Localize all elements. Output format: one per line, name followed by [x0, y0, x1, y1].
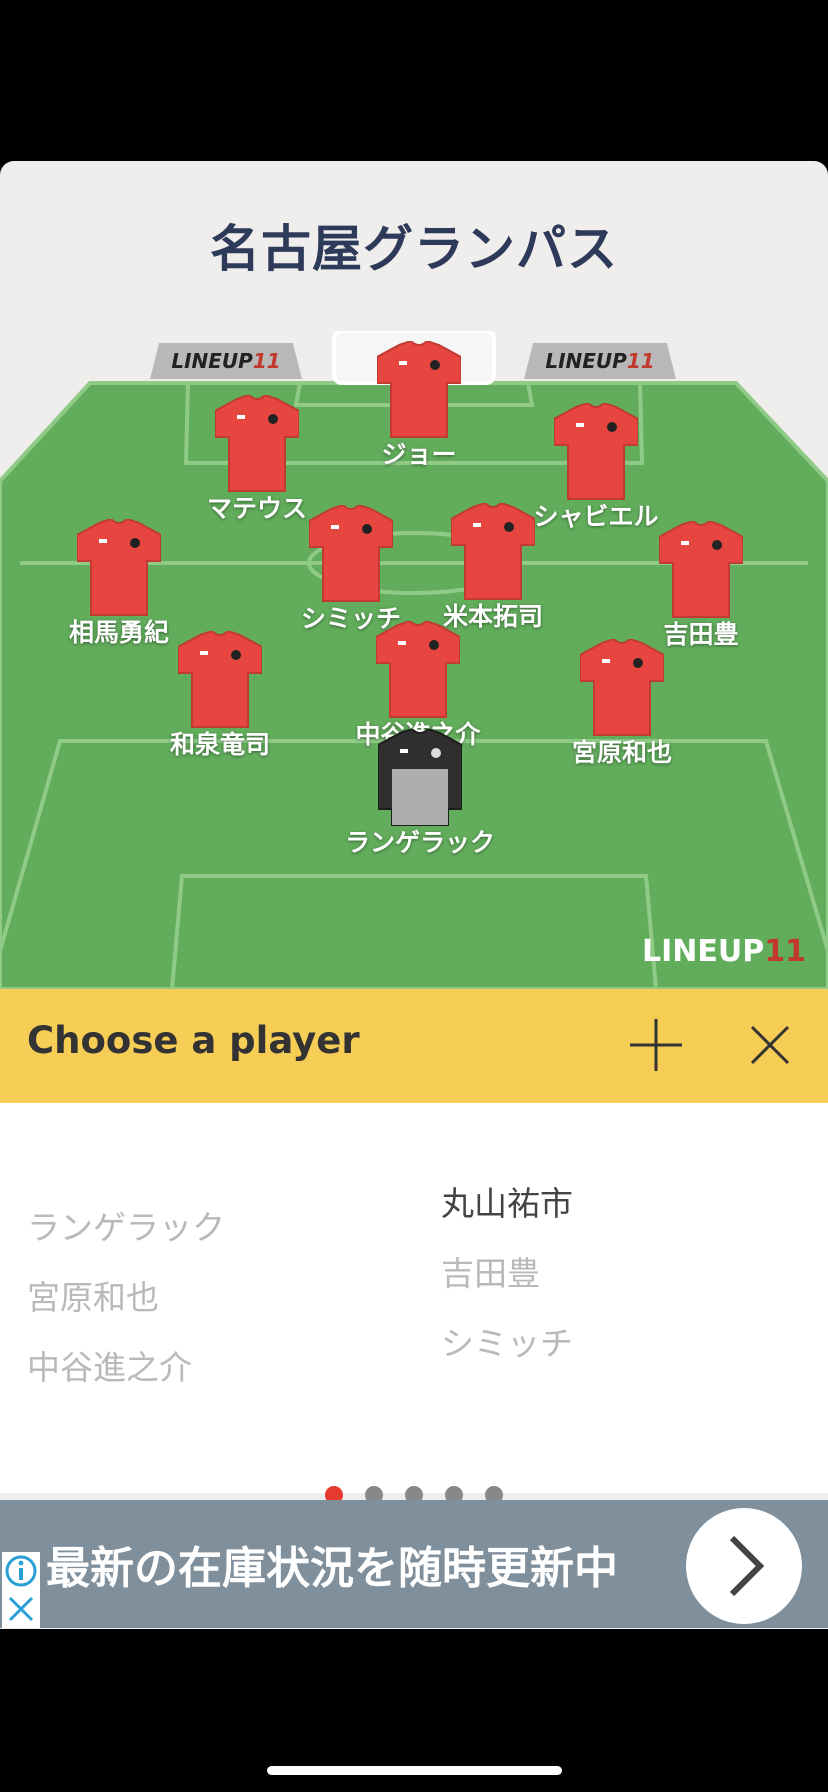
player-list-right: 丸山祐市 吉田豊 シミッチ [441, 1169, 573, 1379]
player-list-item[interactable]: 中谷進之介 [27, 1333, 225, 1403]
ad-info-panel [2, 1552, 40, 1628]
player-slot[interactable]: ジョー [329, 341, 509, 471]
player-slot[interactable]: 宮原和也 [532, 639, 712, 769]
player-name: ジョー [381, 440, 457, 469]
player-name: 和泉竜司 [169, 730, 270, 759]
player-name: ランゲラック [344, 828, 495, 857]
jersey-icon [554, 403, 638, 500]
jersey-icon [659, 521, 743, 618]
chevron-right-icon[interactable] [686, 1508, 802, 1624]
jersey-icon [215, 395, 299, 492]
player-slot[interactable]: 和泉竜司 [130, 631, 310, 761]
jersey-icon [377, 341, 461, 438]
jersey-icon [451, 503, 535, 600]
jersey-icon [77, 519, 161, 616]
choose-player-bar: Choose a player [0, 989, 828, 1103]
player-list-item[interactable]: 吉田豊 [441, 1239, 573, 1309]
lineup11-watermark: LINEUP11 [642, 934, 806, 969]
choose-player-title: Choose a player [27, 1019, 360, 1062]
pitch: LINEUP11 LINEUP11 LINEUP11 ジョー マテウス シャビエ… [0, 331, 828, 989]
player-list-item-selected[interactable]: 丸山祐市 [441, 1169, 573, 1239]
sponsor-board-right: LINEUP11 [524, 343, 676, 379]
player-list: ランゲラック 宮原和也 中谷進之介 丸山祐市 吉田豊 シミッチ [0, 1103, 828, 1493]
player-slot[interactable]: 相馬勇紀 [29, 519, 209, 649]
ad-text: 最新の在庫状況を随時更新中 [46, 1543, 618, 1594]
jersey-icon [309, 505, 393, 602]
ad-banner[interactable]: 最新の在庫状況を随時更新中 [0, 1500, 828, 1628]
player-slot[interactable]: 吉田豊 [611, 521, 791, 651]
jersey-icon [376, 621, 460, 718]
goalkeeper-slot[interactable]: ランゲラック [330, 729, 510, 859]
close-icon [8, 1596, 34, 1622]
goalkeeper-jersey-icon [378, 729, 462, 826]
player-list-item[interactable]: 宮原和也 [27, 1263, 225, 1333]
player-list-left: ランゲラック 宮原和也 中谷進之介 [27, 1193, 225, 1403]
jersey-icon [580, 639, 664, 736]
info-icon [5, 1555, 37, 1587]
player-name: 宮原和也 [571, 738, 672, 767]
lineup-card: 名古屋グランパス LINEUP11 LINEUP11 LINEUP11 ジョー [0, 161, 828, 1629]
team-title: 名古屋グランパス [210, 220, 618, 278]
player-slot[interactable]: 米本拓司 [403, 503, 583, 633]
close-icon[interactable] [738, 1013, 802, 1077]
player-list-item[interactable]: シミッチ [441, 1309, 573, 1379]
sponsor-board-left: LINEUP11 [150, 343, 302, 379]
home-indicator[interactable] [267, 1766, 562, 1775]
plus-icon[interactable] [624, 1013, 688, 1077]
player-list-item[interactable]: ランゲラック [27, 1193, 225, 1263]
jersey-icon [178, 631, 262, 728]
